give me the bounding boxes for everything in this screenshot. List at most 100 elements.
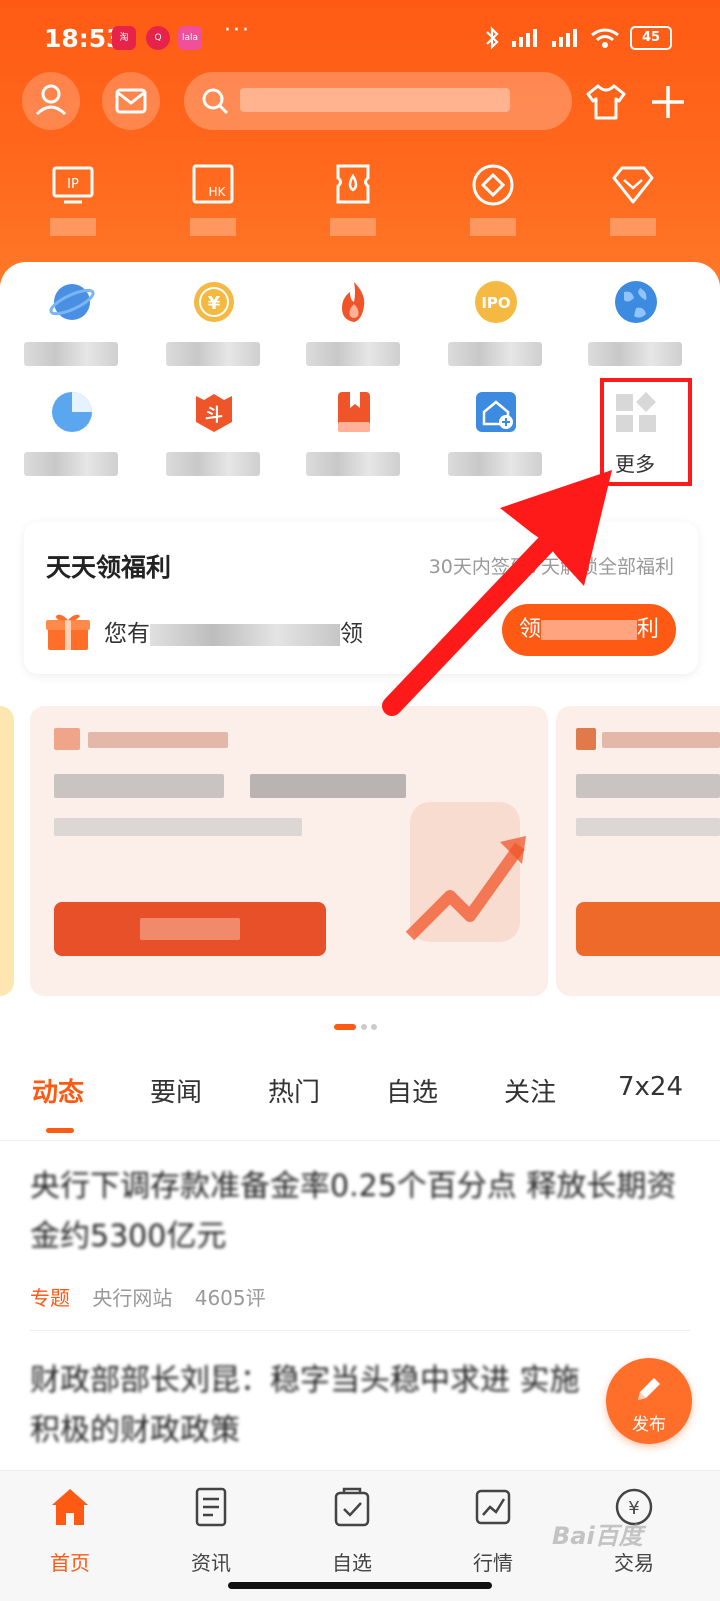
planet-icon bbox=[49, 284, 95, 320]
grid-item[interactable]: 斗 bbox=[148, 388, 278, 488]
nav-market[interactable]: 行情 bbox=[433, 1485, 553, 1575]
banner-peek-left[interactable] bbox=[0, 706, 14, 996]
home-indicator[interactable] bbox=[228, 1582, 492, 1589]
add-icon[interactable] bbox=[648, 82, 688, 122]
grid-label-blurred bbox=[306, 452, 400, 476]
flame-icon bbox=[342, 282, 365, 322]
hk-market-icon: HK bbox=[192, 164, 234, 204]
grid-item[interactable] bbox=[570, 278, 700, 378]
us-market-icon: IP bbox=[52, 166, 94, 204]
grid-item[interactable]: ¥ bbox=[148, 278, 278, 378]
news-meta: 专题 央行网站 4605评 bbox=[30, 1282, 266, 1311]
tab-headlines[interactable]: 要闻 bbox=[150, 1072, 202, 1109]
quick-entry-vip[interactable] bbox=[588, 158, 678, 244]
quick-entry-label-blurred bbox=[50, 218, 96, 236]
claim-button-suffix: 利 bbox=[637, 617, 660, 642]
quick-entry-fund[interactable] bbox=[308, 158, 398, 244]
banner-blurred-text bbox=[602, 732, 720, 748]
quick-entry-us[interactable]: IP bbox=[28, 158, 118, 244]
grid-label-blurred bbox=[306, 342, 400, 366]
grid-item[interactable]: IPO bbox=[430, 278, 560, 378]
banner-card[interactable] bbox=[556, 706, 720, 996]
header-quick-entries: IP HK bbox=[0, 158, 720, 244]
quick-entry-label-blurred bbox=[330, 218, 376, 236]
news-tag[interactable]: 专题 bbox=[30, 1286, 70, 1310]
active-tab-indicator bbox=[46, 1128, 74, 1133]
status-bar: 18:53 淘 Q lala ··· 45 bbox=[0, 18, 720, 62]
grid-item[interactable] bbox=[430, 388, 560, 488]
svg-text:¥: ¥ bbox=[208, 293, 221, 314]
nav-home[interactable]: 首页 bbox=[10, 1485, 130, 1575]
banner-blurred-logo bbox=[576, 728, 596, 750]
user-icon bbox=[35, 84, 67, 116]
banner-blurred-button bbox=[576, 902, 720, 956]
battery-indicator: 45 bbox=[630, 26, 672, 50]
banner-blurred-text bbox=[54, 774, 224, 798]
banner-card[interactable] bbox=[30, 706, 548, 996]
signal-icon bbox=[512, 29, 537, 47]
welfare-message-blurred bbox=[150, 623, 340, 646]
banner-blurred-text bbox=[576, 774, 720, 798]
tab-dynamic[interactable]: 动态 bbox=[32, 1072, 84, 1109]
quick-entry-label-blurred bbox=[190, 218, 236, 236]
nav-watchlist[interactable]: 自选 bbox=[292, 1485, 412, 1575]
messages-button[interactable] bbox=[102, 72, 160, 130]
signal-icon bbox=[552, 29, 577, 47]
tab-7x24[interactable]: 7x24 bbox=[618, 1072, 683, 1102]
news-tabs: 动态 要闻 热门 自选 关注 7x24 bbox=[0, 1072, 720, 1132]
grid-item[interactable] bbox=[288, 388, 418, 488]
grid-item[interactable] bbox=[6, 278, 136, 378]
claim-button[interactable]: 领利 bbox=[502, 604, 676, 656]
quick-entry-label-blurred bbox=[470, 218, 516, 236]
grid-item[interactable] bbox=[6, 388, 136, 488]
publish-button[interactable]: 发布 bbox=[606, 1358, 692, 1444]
grid-label-blurred bbox=[166, 342, 260, 366]
news-title[interactable]: 财政部部长刘昆：稳字当头稳中求进 实施积极的财政政策 bbox=[30, 1356, 590, 1456]
wifi-icon bbox=[591, 28, 619, 48]
news-comment-count: 4605评 bbox=[194, 1286, 266, 1310]
banner-blurred-text bbox=[88, 732, 228, 748]
tab-hot[interactable]: 热门 bbox=[268, 1072, 320, 1109]
grid-item[interactable] bbox=[288, 278, 418, 378]
nav-label: 交易 bbox=[614, 1551, 654, 1575]
quick-entry-wealth[interactable] bbox=[448, 158, 538, 244]
mail-icon bbox=[115, 88, 147, 114]
house-chart-icon bbox=[476, 392, 516, 432]
svg-text:IP: IP bbox=[67, 177, 79, 192]
nav-label: 行情 bbox=[473, 1551, 513, 1575]
grid-label-blurred bbox=[24, 342, 118, 366]
market-icon bbox=[475, 1489, 511, 1525]
skin-theme-icon[interactable] bbox=[584, 82, 628, 122]
globe-icon bbox=[615, 281, 657, 323]
highlight-box bbox=[600, 378, 692, 486]
banner-blurred-button-text bbox=[140, 918, 240, 940]
search-placeholder-blurred bbox=[240, 88, 510, 112]
nav-label: 自选 bbox=[332, 1551, 372, 1575]
divider bbox=[30, 1330, 690, 1331]
svg-text:IPO: IPO bbox=[481, 294, 510, 312]
welfare-card[interactable]: 天天领福利 30天内签到7天解锁全部福利 您有领 领利 bbox=[24, 522, 698, 674]
news-title[interactable]: 央行下调存款准备金率0.25个百分点 释放长期资金约5300亿元 bbox=[30, 1162, 690, 1262]
welfare-message-suffix: 领 bbox=[340, 621, 363, 647]
svg-text:HK: HK bbox=[209, 185, 227, 199]
tab-following[interactable]: 关注 bbox=[504, 1072, 556, 1109]
grid-label-blurred bbox=[24, 452, 118, 476]
publish-label: 发布 bbox=[632, 1415, 666, 1435]
quick-entry-hk[interactable]: HK bbox=[168, 158, 258, 244]
pie-chart-icon bbox=[52, 392, 92, 432]
news-icon bbox=[195, 1487, 227, 1527]
system-icons: 45 bbox=[484, 26, 672, 50]
search-input[interactable] bbox=[184, 72, 572, 130]
tab-watchlist[interactable]: 自选 bbox=[386, 1072, 438, 1109]
ticket-icon bbox=[336, 164, 370, 204]
banner-blurred-text bbox=[250, 774, 406, 798]
nav-news[interactable]: 资讯 bbox=[151, 1485, 271, 1575]
welfare-title: 天天领福利 bbox=[46, 553, 172, 582]
grid-label-blurred bbox=[166, 452, 260, 476]
claim-button-blurred bbox=[541, 620, 637, 640]
watermark-logo: Bai百度 bbox=[552, 1522, 643, 1550]
notification-app-icon: 淘 bbox=[112, 26, 136, 50]
trend-arrow-graphic bbox=[405, 836, 526, 941]
profile-button[interactable] bbox=[22, 72, 80, 130]
ipo-icon: IPO bbox=[475, 281, 517, 323]
